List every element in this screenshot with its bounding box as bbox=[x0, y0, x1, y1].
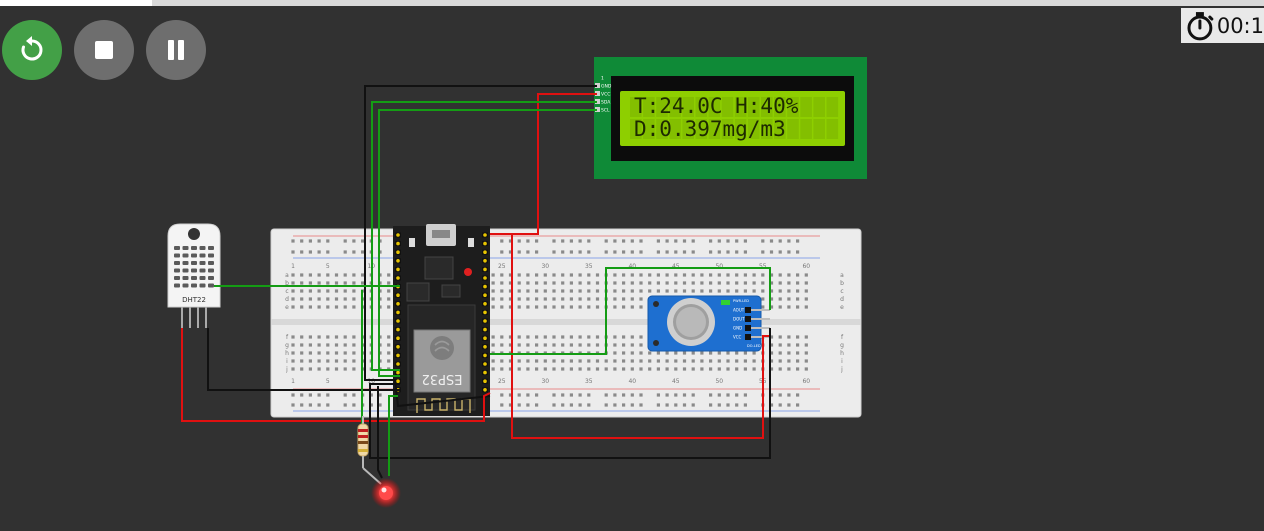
column-number: 15 bbox=[411, 378, 419, 385]
dht22-sensor[interactable]: DHT22 bbox=[167, 223, 221, 328]
column-number: 5 bbox=[326, 378, 330, 385]
row-letter: f bbox=[841, 334, 844, 341]
pause-button[interactable] bbox=[146, 20, 206, 80]
column-number: 45 bbox=[672, 378, 680, 385]
esp32-label: ESP32 bbox=[422, 371, 463, 386]
row-letter: a bbox=[285, 272, 289, 279]
row-letter: c bbox=[840, 288, 843, 295]
stopwatch-icon bbox=[1187, 11, 1214, 40]
column-number: 15 bbox=[411, 263, 419, 270]
column-number: 35 bbox=[585, 263, 593, 270]
column-number: 10 bbox=[367, 263, 375, 270]
restart-icon bbox=[21, 36, 43, 61]
column-number: 1 bbox=[291, 263, 295, 270]
row-letter: e bbox=[840, 304, 844, 311]
mq-badge-label: PWR-LED bbox=[733, 299, 749, 303]
lcd-line-1: T:24.0C H:40% bbox=[634, 94, 799, 118]
wires bbox=[181, 85, 771, 479]
mq-gas-sensor[interactable]: AOUT DOUT GND VCC PWR-LED DO-LED bbox=[647, 295, 770, 352]
lcd-pin-label: SDA bbox=[601, 100, 611, 106]
row-letter: f bbox=[286, 334, 289, 341]
red-led[interactable] bbox=[371, 478, 401, 508]
column-number: 25 bbox=[498, 263, 506, 270]
row-letter: g bbox=[285, 342, 289, 349]
column-number: 1 bbox=[291, 378, 295, 385]
lcd-pin-header: 1 GND VCC SDA SCL bbox=[595, 76, 612, 114]
row-letter: b bbox=[840, 280, 844, 287]
row-letter: j bbox=[285, 366, 288, 373]
column-number: 5 bbox=[326, 263, 330, 270]
column-number: 30 bbox=[541, 378, 549, 385]
dht22-grille bbox=[174, 246, 214, 288]
column-number: 45 bbox=[672, 263, 680, 270]
column-number: 20 bbox=[454, 378, 462, 385]
row-letter: g bbox=[840, 342, 844, 349]
breadboard-row-letters: a ab bc cd de ef fg gh hi ij j bbox=[285, 272, 844, 373]
row-letter: h bbox=[840, 350, 844, 357]
breadboard-column-numbers-top: 1 5 10 15 20 25 30 35 40 45 50 55 60 bbox=[291, 263, 810, 270]
circuit-canvas: 1 5 10 15 20 25 30 35 40 45 50 55 60 1 5 10 15 20 25 30 35 4… bbox=[167, 57, 867, 508]
column-number: 55 bbox=[759, 378, 767, 385]
lcd-line-2: D:0.397mg/m3 bbox=[634, 117, 786, 141]
column-number: 10 bbox=[367, 378, 375, 385]
mq-pin-label: VCC bbox=[733, 335, 742, 340]
lcd-display[interactable]: T:24.0C H:40% D:0.397mg/m3 1 GND VCC SDA SCL bbox=[594, 57, 867, 179]
row-letter: a bbox=[840, 272, 844, 279]
mq-pin-label: AOUT bbox=[733, 308, 745, 313]
stop-button[interactable] bbox=[74, 20, 134, 80]
row-letter: i bbox=[286, 358, 288, 365]
breadboard-column-numbers-bottom: 1 5 10 15 20 25 30 35 40 45 50 55 60 bbox=[291, 378, 810, 385]
row-letter: b bbox=[285, 280, 289, 287]
column-number: 55 bbox=[759, 263, 767, 270]
lcd-pin-label: GND bbox=[601, 84, 612, 90]
row-letter: i bbox=[841, 358, 843, 365]
column-number: 40 bbox=[628, 378, 636, 385]
breadboard-holes bbox=[291, 239, 808, 407]
lcd-pin-label: SCL bbox=[601, 108, 610, 114]
mq-pin-label: DOUT bbox=[733, 317, 745, 322]
stop-icon bbox=[95, 41, 113, 59]
column-number: 40 bbox=[628, 263, 636, 270]
column-number: 30 bbox=[541, 263, 549, 270]
row-letter: c bbox=[285, 288, 288, 295]
dht22-label: DHT22 bbox=[182, 296, 206, 304]
timer-value: 00:1 bbox=[1216, 13, 1264, 38]
breadboard[interactable]: 1 5 10 15 20 25 30 35 40 45 50 55 60 1 5 10 15 20 25 30 35 4… bbox=[270, 228, 862, 418]
simulation-timer: 00:1 bbox=[1181, 8, 1264, 43]
top-progress-track bbox=[0, 0, 1264, 6]
row-letter: j bbox=[840, 366, 843, 373]
row-letter: d bbox=[285, 296, 289, 303]
column-number: 60 bbox=[802, 263, 810, 270]
resistor[interactable] bbox=[357, 416, 382, 485]
lcd-pin-label: VCC bbox=[601, 92, 610, 98]
column-number: 50 bbox=[715, 378, 723, 385]
mq-sensor-pins: AOUT DOUT GND VCC PWR-LED DO-LED bbox=[733, 299, 770, 348]
column-number: 60 bbox=[802, 378, 810, 385]
mq-badge-label: DO-LED bbox=[747, 344, 761, 348]
row-letter: d bbox=[840, 296, 844, 303]
pause-icon bbox=[168, 40, 184, 60]
esp32-pin-headers bbox=[395, 232, 488, 393]
column-number: 25 bbox=[498, 378, 506, 385]
lcd-pin-label: 1 bbox=[601, 76, 604, 82]
top-progress-fill bbox=[0, 0, 152, 6]
row-letter: h bbox=[285, 350, 289, 357]
esp32-board[interactable]: ESP32 bbox=[393, 224, 490, 416]
restart-button[interactable] bbox=[2, 20, 62, 80]
column-number: 50 bbox=[715, 263, 723, 270]
row-letter: e bbox=[285, 304, 289, 311]
column-number: 35 bbox=[585, 378, 593, 385]
lcd-character-cells bbox=[630, 97, 839, 139]
mq-pin-label: GND bbox=[733, 326, 742, 331]
column-number: 20 bbox=[454, 263, 462, 270]
